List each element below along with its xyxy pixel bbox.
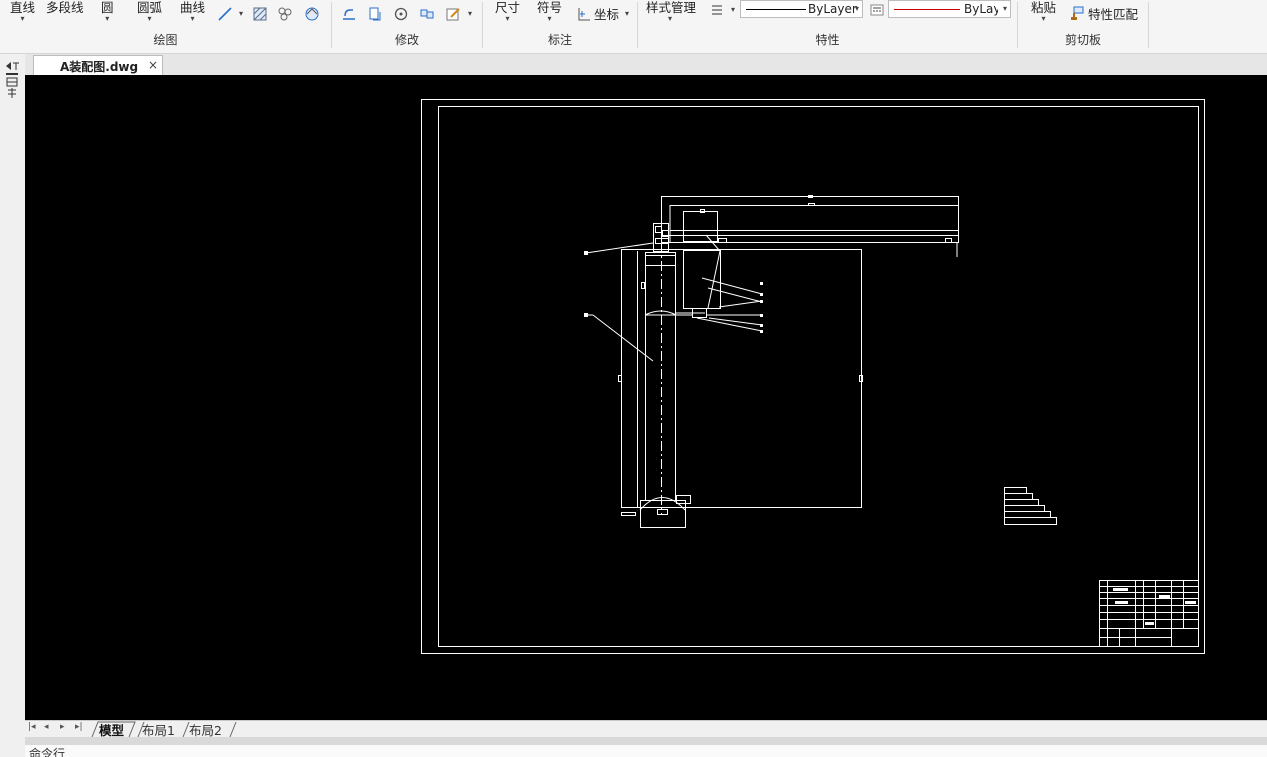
match-properties-icon — [1069, 5, 1085, 21]
clipboard-group: 粘贴 ▾ 特性匹配 剪切板 — [1018, 0, 1148, 53]
layout-tab-bar: |◂ ◂ ▸ ▸| 模型 布局1 布局2 — [25, 720, 1267, 738]
chevron-down-icon[interactable]: ▾ — [731, 5, 735, 14]
chevron-down-icon[interactable]: ▾ — [239, 9, 243, 18]
line-button-label: 直线 — [10, 0, 36, 15]
leader-lines — [584, 242, 763, 362]
offset-icon[interactable] — [341, 6, 357, 22]
coordinate-icon — [576, 6, 592, 22]
chevron-down-icon: ▾ — [105, 14, 110, 23]
title-block — [1099, 580, 1199, 647]
command-line-label: 命令行 — [29, 747, 66, 757]
linetype-icon[interactable] — [869, 2, 885, 18]
chevron-down-icon: ▾ — [547, 14, 552, 23]
chevron-down-icon: ▾ — [147, 14, 152, 23]
chevron-down-icon: ▾ — [854, 4, 859, 13]
last-layout-icon[interactable]: ▸| — [75, 722, 83, 732]
horizontal-scrollbar[interactable] — [25, 737, 1267, 745]
coordinate-button[interactable]: 坐标 — [594, 4, 619, 23]
left-tool-strip — [0, 54, 25, 757]
drawing-canvas[interactable] — [25, 75, 1267, 720]
clipboard-group-label: 剪切板 — [1064, 33, 1101, 47]
polyline-button-label: 多段线 — [46, 0, 84, 15]
paste-button-label: 粘贴 — [1031, 0, 1057, 15]
chevron-down-icon: ▾ — [505, 14, 510, 23]
arc-button-label: 圆弧 — [137, 0, 163, 15]
color-value: ByLayer — [964, 2, 998, 16]
color-combo[interactable]: ByLayer ▾ — [888, 0, 1011, 18]
chevron-down-icon: ▾ — [1041, 14, 1046, 23]
lineweight-icon[interactable] — [710, 2, 726, 18]
draw-group-label: 绘图 — [153, 33, 178, 47]
properties-group: 样式管理 ▾ ▾ ByLayer ▾ ByLayer ▾ 特性 — [638, 0, 1017, 53]
trolley-assembly — [645, 211, 721, 318]
column-post — [618, 223, 863, 528]
style-manager-label: 样式管理 — [646, 0, 697, 15]
tab-separators — [91, 721, 237, 738]
hatch-icon[interactable] — [252, 6, 268, 22]
document-tab-bar: A装配图.dwg × — [25, 54, 1267, 76]
linetype-value: ByLayer — [808, 2, 857, 16]
region-icon[interactable] — [277, 6, 293, 22]
coordinate-button-label: 坐标 — [594, 7, 620, 22]
drawing-svg — [421, 99, 1205, 654]
curve-button-label: 曲线 — [180, 0, 206, 15]
boom-assembly — [661, 195, 959, 257]
line-button[interactable]: 直线 ▾ — [10, 0, 35, 23]
chevron-down-icon: ▾ — [20, 14, 25, 23]
color-preview — [894, 9, 960, 10]
linetype-preview — [746, 9, 806, 10]
annotate-group-label: 标注 — [547, 33, 572, 47]
modify-group: ▾ 修改 — [332, 0, 482, 53]
construction-line-icon[interactable] — [217, 6, 233, 22]
properties-group-label: 特性 — [815, 33, 840, 47]
command-line[interactable]: 命令行 — [25, 745, 1267, 757]
paste-button[interactable]: 粘贴 ▾ — [1031, 0, 1056, 23]
copy-icon[interactable] — [367, 6, 383, 22]
document-tab-name: A装配图.dwg — [60, 60, 139, 74]
document-tab[interactable]: A装配图.dwg × — [33, 55, 163, 75]
array-icon[interactable] — [419, 6, 435, 22]
chevron-down-icon[interactable]: ▾ — [468, 9, 472, 18]
circle-button-label: 圆 — [101, 0, 114, 15]
annotate-group: 尺寸 ▾ 符号 ▾ 坐标 ▾ 标注 — [483, 0, 637, 53]
symbol-button[interactable]: 符号 ▾ — [537, 0, 562, 23]
circle-button[interactable]: 圆 ▾ — [101, 0, 114, 23]
dimension-button-label: 尺寸 — [495, 0, 521, 15]
next-layout-icon[interactable]: ▸ — [60, 722, 65, 732]
chevron-down-icon: ▾ — [1002, 4, 1007, 13]
side-palette-icon[interactable] — [4, 60, 20, 100]
rotate-icon[interactable] — [393, 6, 409, 22]
chevron-down-icon: ▾ — [190, 14, 195, 23]
match-properties-button[interactable]: 特性匹配 — [1088, 4, 1138, 23]
close-icon[interactable]: × — [148, 58, 158, 72]
chevron-down-icon[interactable]: ▾ — [625, 9, 629, 18]
style-manager-button[interactable]: 样式管理 ▾ — [646, 0, 696, 23]
match-properties-label: 特性匹配 — [1088, 7, 1139, 22]
symbol-button-label: 符号 — [537, 0, 563, 15]
first-layout-icon[interactable]: |◂ — [28, 722, 36, 732]
sheet-inner-border — [438, 106, 1199, 647]
notes-table — [1004, 487, 1057, 525]
curve-button[interactable]: 曲线 ▾ — [180, 0, 205, 23]
previous-layout-icon[interactable]: ◂ — [44, 722, 49, 732]
modify-group-label: 修改 — [394, 33, 419, 47]
boundary-icon[interactable] — [304, 6, 320, 22]
polyline-button[interactable]: 多段线 — [46, 0, 84, 16]
group-divider — [1148, 2, 1149, 48]
dimension-button[interactable]: 尺寸 ▾ — [495, 0, 520, 23]
edit-icon[interactable] — [445, 6, 461, 22]
chevron-down-icon: ▾ — [668, 14, 673, 23]
ribbon-toolbar: 直线 ▾ 多段线 圆 ▾ 圆弧 ▾ 曲线 ▾ ▾ 绘图 ▾ 修改 尺寸 ▾ 符号… — [0, 0, 1267, 54]
draw-group: 直线 ▾ 多段线 圆 ▾ 圆弧 ▾ 曲线 ▾ ▾ 绘图 — [0, 0, 331, 53]
arc-button[interactable]: 圆弧 ▾ — [137, 0, 162, 23]
linetype-combo[interactable]: ByLayer ▾ — [740, 0, 863, 18]
sheet-outer-border — [421, 99, 1205, 654]
